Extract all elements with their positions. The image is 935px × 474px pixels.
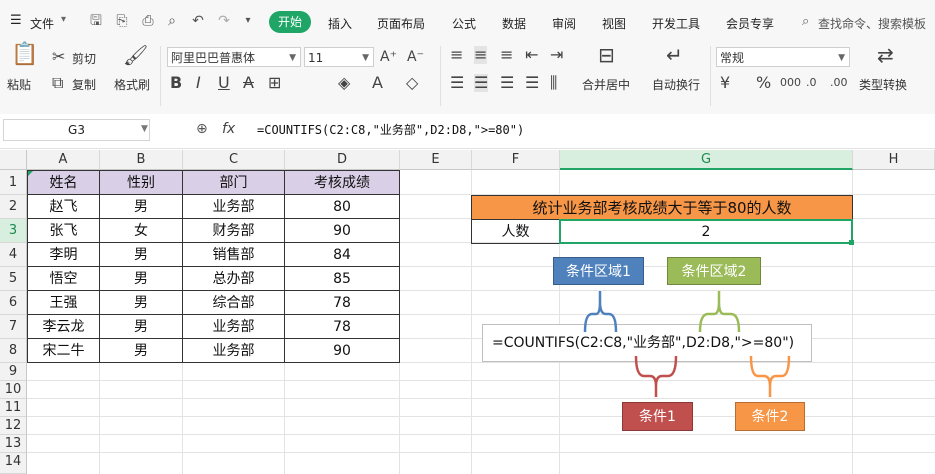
distributed-icon[interactable]: ⫼ xyxy=(550,74,557,92)
border-icon[interactable]: ⊞ xyxy=(268,74,281,92)
align-center-icon[interactable]: ☰ xyxy=(474,74,489,92)
chevron-down-icon[interactable]: ▼ xyxy=(141,124,148,134)
name-box[interactable]: G3 xyxy=(3,119,150,141)
currency-icon[interactable]: ¥ xyxy=(720,74,730,92)
align-middle-icon[interactable]: ≡ xyxy=(474,46,488,64)
align-bottom-icon[interactable]: ≡ xyxy=(500,46,513,64)
number-format-value: 常规 xyxy=(720,51,745,65)
file-menu[interactable]: 文件 xyxy=(30,15,54,32)
percent-icon[interactable]: % xyxy=(756,74,771,92)
menu-hamburger-icon[interactable]: ☰ xyxy=(10,13,22,28)
fx-label[interactable]: fx xyxy=(222,121,235,137)
decrease-decimal-icon[interactable]: .00 xyxy=(830,74,848,92)
strikethrough-icon[interactable]: A xyxy=(243,74,254,92)
name-box-value: G3 xyxy=(68,123,85,137)
chevron-down-icon[interactable]: ▾ xyxy=(61,14,66,25)
justify-icon[interactable]: ☰ xyxy=(525,74,539,92)
range2-bracket xyxy=(698,291,741,333)
copy-button[interactable]: 复制 xyxy=(72,76,96,93)
zoom-icon[interactable]: ⊕ xyxy=(196,121,208,137)
formula-bar: G3 ▼ ⊕ fx =COUNTIFS(C2:C8,"业务部",D2:D8,">… xyxy=(0,114,935,149)
copy-icon[interactable]: ⧉ xyxy=(52,74,63,92)
tab-review[interactable]: 审阅 xyxy=(552,15,576,32)
format-painter-button[interactable]: 格式刷 xyxy=(114,76,150,93)
paste-icon[interactable]: 📋 xyxy=(11,44,38,66)
wrap-text-icon[interactable]: ↵ xyxy=(666,45,683,65)
print-icon[interactable]: ⎙ xyxy=(140,13,156,29)
bracket-connectors xyxy=(583,291,791,397)
align-right-icon[interactable]: ☰ xyxy=(500,74,514,92)
tab-page-layout[interactable]: 页面布局 xyxy=(377,15,425,32)
fill-color-icon[interactable]: ◈ xyxy=(338,74,350,92)
scissors-icon[interactable]: ✂ xyxy=(52,48,65,66)
tab-insert[interactable]: 插入 xyxy=(328,15,352,32)
clear-format-icon[interactable]: ◇ xyxy=(406,74,418,92)
range1-bracket xyxy=(583,291,618,333)
chevron-down-icon: ▼ xyxy=(838,53,845,63)
wrap-text-button[interactable]: 自动换行 xyxy=(652,76,700,93)
align-top-icon[interactable]: ≡ xyxy=(450,46,463,64)
indent-decrease-icon[interactable]: ⇤ xyxy=(525,46,538,64)
align-left-icon[interactable]: ☰ xyxy=(450,74,464,92)
chevron-down-icon: ▼ xyxy=(362,53,369,63)
divider xyxy=(710,46,711,106)
italic-icon[interactable]: I xyxy=(196,74,201,92)
tab-view[interactable]: 视图 xyxy=(602,15,626,32)
tab-formulas[interactable]: 公式 xyxy=(452,15,476,32)
font-name-select[interactable]: 阿里巴巴普惠体 ▼ xyxy=(167,47,301,67)
export-icon[interactable]: ⎘ xyxy=(114,13,130,29)
save-icon[interactable]: 🖫 xyxy=(88,13,104,29)
cut-button[interactable]: 剪切 xyxy=(72,50,96,67)
increase-font-icon[interactable]: A⁺ xyxy=(380,48,397,66)
menu-bar: ☰ 文件 ▾ 🖫 ⎘ ⎙ ⌕ ↶ ↷ ▾ 开始 插入 页面布局 公式 数据 审阅… xyxy=(0,0,935,40)
format-painter-icon[interactable]: 🖌 xyxy=(123,45,148,65)
font-size-select[interactable]: 11 ▼ xyxy=(304,47,374,67)
font-color-icon[interactable]: A xyxy=(372,74,383,92)
paste-button[interactable]: 粘贴 xyxy=(7,76,31,93)
tab-member[interactable]: 会员专享 xyxy=(726,15,774,32)
increase-decimal-icon[interactable]: .0 xyxy=(806,74,817,92)
print-preview-icon[interactable]: ⌕ xyxy=(164,13,180,29)
divider xyxy=(440,46,441,106)
spreadsheet-grid: A B C D E F G H 1 2 3 4 5 6 7 8 9 10 11 … xyxy=(0,150,935,474)
font-name-value: 阿里巴巴普惠体 xyxy=(171,51,256,65)
thousands-icon[interactable]: 000 xyxy=(780,74,801,92)
number-format-select[interactable]: 常规 ▼ xyxy=(716,47,850,67)
tab-data[interactable]: 数据 xyxy=(502,15,526,32)
search-icon[interactable]: ⌕ xyxy=(802,14,809,29)
cond2-bracket xyxy=(749,355,791,397)
type-convert-button[interactable]: 类型转换 xyxy=(859,76,907,93)
cond1-bracket xyxy=(634,355,678,397)
search-command[interactable]: 查找命令、搜索模板 xyxy=(818,15,926,32)
formula-input[interactable]: =COUNTIFS(C2:C8,"业务部",D2:D8,">=80") xyxy=(257,121,524,138)
divider xyxy=(160,46,161,106)
underline-icon[interactable]: U xyxy=(218,74,230,92)
tab-home[interactable]: 开始 xyxy=(269,11,311,33)
merge-center-icon[interactable]: ⊟ xyxy=(598,45,615,65)
bold-icon[interactable]: B xyxy=(170,74,182,92)
decrease-font-icon[interactable]: A⁻ xyxy=(407,48,424,66)
undo-icon[interactable]: ↶ xyxy=(190,13,206,29)
indent-increase-icon[interactable]: ⇥ xyxy=(550,46,563,64)
tab-developer[interactable]: 开发工具 xyxy=(652,15,700,32)
font-size-value: 11 xyxy=(308,51,324,65)
merge-center-button[interactable]: 合并居中 xyxy=(582,76,630,93)
more-icon[interactable]: ▾ xyxy=(240,13,256,29)
type-convert-icon[interactable]: ⇄ xyxy=(877,45,894,65)
chevron-down-icon: ▼ xyxy=(289,53,296,63)
redo-icon[interactable]: ↷ xyxy=(216,13,232,29)
